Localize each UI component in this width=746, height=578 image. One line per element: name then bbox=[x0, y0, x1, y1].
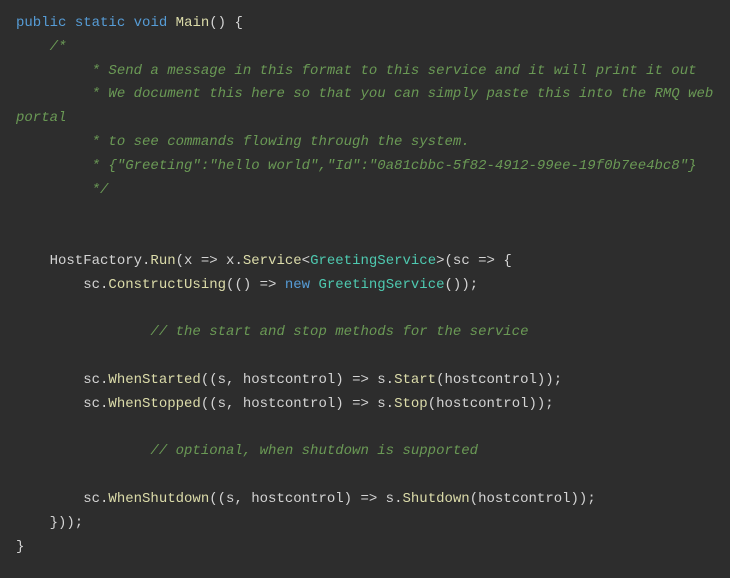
line-close-outer: } bbox=[16, 539, 24, 555]
stopped-rest: (hostcontrol)); bbox=[428, 396, 554, 412]
block-comment-line: * to see commands flowing through the sy… bbox=[16, 134, 470, 150]
construct-rest: ()); bbox=[445, 277, 479, 293]
method-run: Run bbox=[150, 253, 175, 269]
line-signature: public static void Main() { bbox=[16, 15, 243, 31]
text-sc: sc. bbox=[16, 277, 108, 293]
method-whenshutdown: WhenShutdown bbox=[108, 491, 209, 507]
signature-rest: () { bbox=[209, 15, 243, 31]
method-whenstopped: WhenStopped bbox=[108, 396, 200, 412]
method-shutdown: Shutdown bbox=[402, 491, 469, 507]
text-sc: sc. bbox=[16, 396, 108, 412]
keyword-void: void bbox=[134, 15, 168, 31]
text-args: ((s, hostcontrol) => s. bbox=[201, 372, 394, 388]
keyword-public: public bbox=[16, 15, 66, 31]
method-stop: Stop bbox=[394, 396, 428, 412]
code-snippet: public static void Main() { /* * Send a … bbox=[0, 0, 730, 578]
block-comment-close: */ bbox=[16, 182, 108, 198]
method-main: Main bbox=[176, 15, 210, 31]
method-constructusing: ConstructUsing bbox=[108, 277, 226, 293]
method-service: Service bbox=[243, 253, 302, 269]
line-construct: sc.ConstructUsing(() => new GreetingServ… bbox=[16, 277, 478, 293]
line-whenstarted: sc.WhenStarted((s, hostcontrol) => s.Sta… bbox=[16, 372, 562, 388]
block-comment-line: * We document this here so that you can … bbox=[16, 86, 722, 102]
shutdown-rest: (hostcontrol)); bbox=[470, 491, 596, 507]
text-lambda: (x => x. bbox=[176, 253, 243, 269]
keyword-static: static bbox=[75, 15, 125, 31]
method-whenstarted: WhenStarted bbox=[108, 372, 200, 388]
text-lambda: (() => bbox=[226, 277, 285, 293]
line-close-inner: })); bbox=[16, 515, 83, 531]
block-comment-open: /* bbox=[16, 39, 66, 55]
line-hostfactory: HostFactory.Run(x => x.Service<GreetingS… bbox=[16, 253, 512, 269]
type-greetingservice: GreetingService bbox=[318, 277, 444, 293]
line-comment-optional: // optional, when shutdown is supported bbox=[16, 443, 478, 459]
text-hostfactory: HostFactory. bbox=[16, 253, 150, 269]
text-sc: sc. bbox=[16, 491, 108, 507]
line-whenstopped: sc.WhenStopped((s, hostcontrol) => s.Sto… bbox=[16, 396, 554, 412]
text-args: ((s, hostcontrol) => s. bbox=[201, 396, 394, 412]
block-comment-line: portal bbox=[16, 110, 66, 126]
text-sc: sc. bbox=[16, 372, 108, 388]
method-start: Start bbox=[394, 372, 436, 388]
started-rest: (hostcontrol)); bbox=[436, 372, 562, 388]
generic-open: < bbox=[302, 253, 310, 269]
text-args: ((s, hostcontrol) => s. bbox=[209, 491, 402, 507]
block-comment-line: * {"Greeting":"hello world","Id":"0a81cb… bbox=[16, 158, 697, 174]
line-whenshutdown: sc.WhenShutdown((s, hostcontrol) => s.Sh… bbox=[16, 491, 596, 507]
keyword-new: new bbox=[285, 277, 310, 293]
generic-close: >(sc => { bbox=[436, 253, 512, 269]
line-comment-startstop: // the start and stop methods for the se… bbox=[16, 324, 528, 340]
type-greetingservice: GreetingService bbox=[310, 253, 436, 269]
block-comment-line: * Send a message in this format to this … bbox=[16, 63, 697, 79]
